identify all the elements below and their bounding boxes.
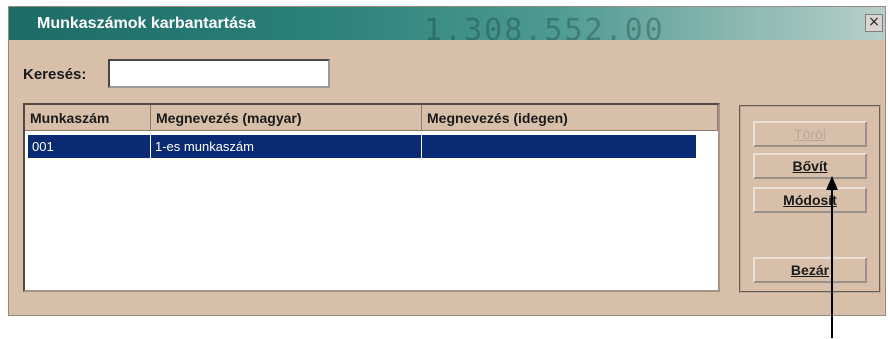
cell-megnevezes-idegen[interactable] <box>422 135 696 158</box>
search-label: Keresés: <box>23 66 87 83</box>
torol-button[interactable]: Töröl <box>753 121 867 147</box>
title-bar[interactable]: Munkaszámok karbantartása 1.308.552,00 × <box>9 7 885 40</box>
grid-header: Munkaszám Megnevezés (magyar) Megnevezés… <box>25 105 718 131</box>
bezar-button[interactable]: Bezár <box>753 257 867 283</box>
column-header-munkaszam[interactable]: Munkaszám <box>25 105 151 131</box>
button-panel: Töröl Bővít Módosít Bezár <box>739 105 881 293</box>
table-row[interactable]: 001 1-es munkaszám <box>28 135 696 158</box>
title-decoration: 1.308.552,00 <box>424 13 665 40</box>
modosit-button[interactable]: Módosít <box>753 187 867 213</box>
column-header-megnevezes-magyar[interactable]: Megnevezés (magyar) <box>151 105 422 131</box>
munkaszam-grid[interactable]: Munkaszám Megnevezés (magyar) Megnevezés… <box>23 103 720 292</box>
dialog-window: Munkaszámok karbantartása 1.308.552,00 ×… <box>8 6 886 316</box>
close-button[interactable]: × <box>865 14 883 32</box>
window-title: Munkaszámok karbantartása <box>37 15 256 32</box>
cell-megnevezes-magyar[interactable]: 1-es munkaszám <box>151 135 422 158</box>
column-header-megnevezes-idegen[interactable]: Megnevezés (idegen) <box>422 105 718 131</box>
cell-munkaszam[interactable]: 001 <box>28 135 151 158</box>
bovit-button[interactable]: Bővít <box>753 153 867 179</box>
search-input[interactable] <box>108 59 330 88</box>
